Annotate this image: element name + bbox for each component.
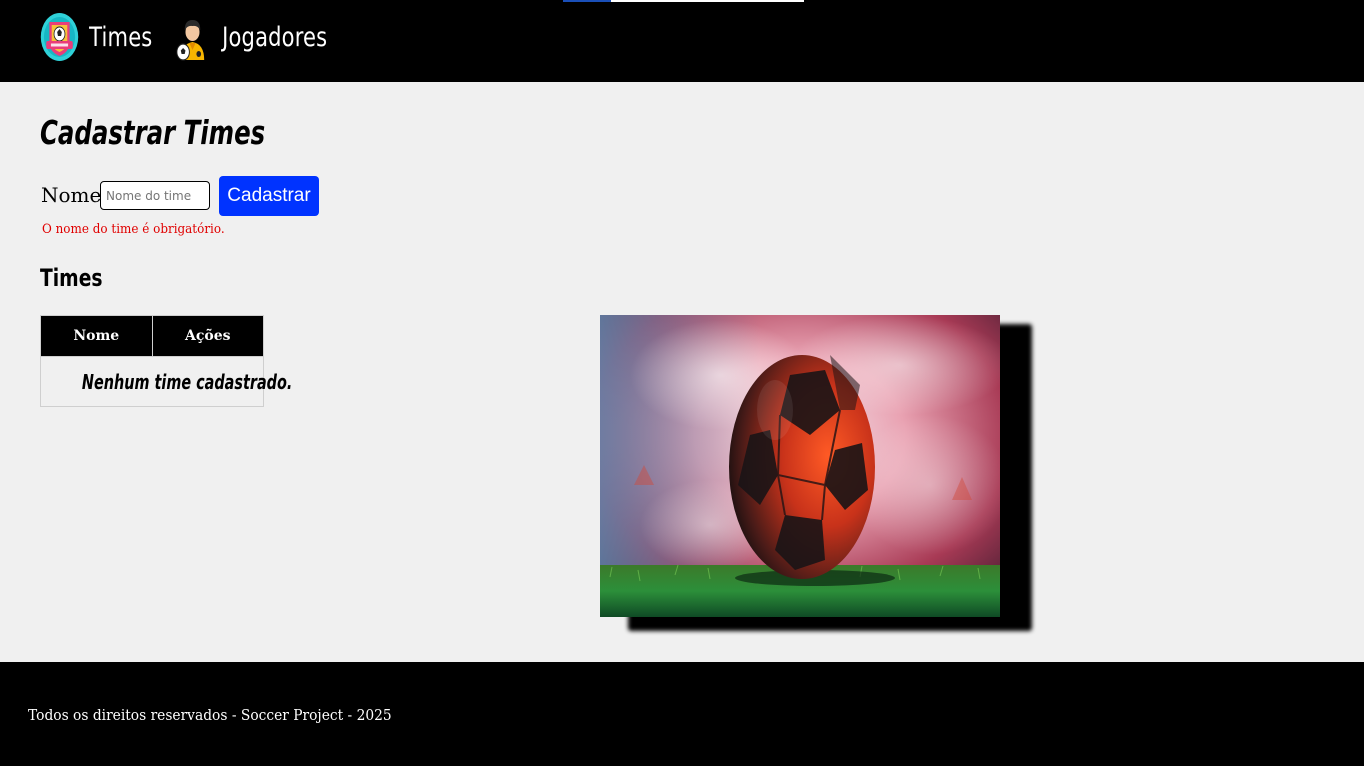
footer-copyright: Todos os direitos reservados - Soccer Pr… xyxy=(28,706,392,724)
team-name-input[interactable] xyxy=(100,181,210,210)
page-footer: Todos os direitos reservados - Soccer Pr… xyxy=(0,662,1364,766)
column-header-nome: Nome xyxy=(40,315,153,357)
nav-link-times[interactable]: Times xyxy=(40,12,152,62)
empty-cell: Nenhum time cadastrado. xyxy=(40,356,292,407)
soccer-ball-image xyxy=(600,315,1000,617)
register-button[interactable]: Cadastrar xyxy=(219,176,319,216)
soccer-player-icon xyxy=(173,12,212,62)
nav-label-times: Times xyxy=(89,21,153,53)
nav-label-jogadores: Jogadores xyxy=(222,21,328,53)
name-label: Nome xyxy=(41,183,102,207)
top-navbar: Times Jogadores xyxy=(0,0,1364,82)
scroll-thumb[interactable] xyxy=(563,0,611,2)
empty-message: Nenhum time cadastrado. xyxy=(81,369,293,394)
teams-section-title: Times xyxy=(40,264,103,292)
empty-row: Nenhum time cadastrado. xyxy=(40,356,292,407)
hero-image-frame xyxy=(600,315,1032,631)
nav-link-jogadores[interactable]: Jogadores xyxy=(173,12,327,62)
page-title: Cadastrar Times xyxy=(40,113,266,152)
table-header-row: Nome Ações xyxy=(40,315,264,357)
soccer-badge-icon xyxy=(40,12,79,62)
validation-error: O nome do time é obrigatório. xyxy=(42,222,225,237)
column-header-acoes: Ações xyxy=(151,315,264,357)
top-scroll-indicator xyxy=(563,0,804,2)
teams-table: Nome Ações Nenhum time cadastrado. xyxy=(40,315,292,407)
